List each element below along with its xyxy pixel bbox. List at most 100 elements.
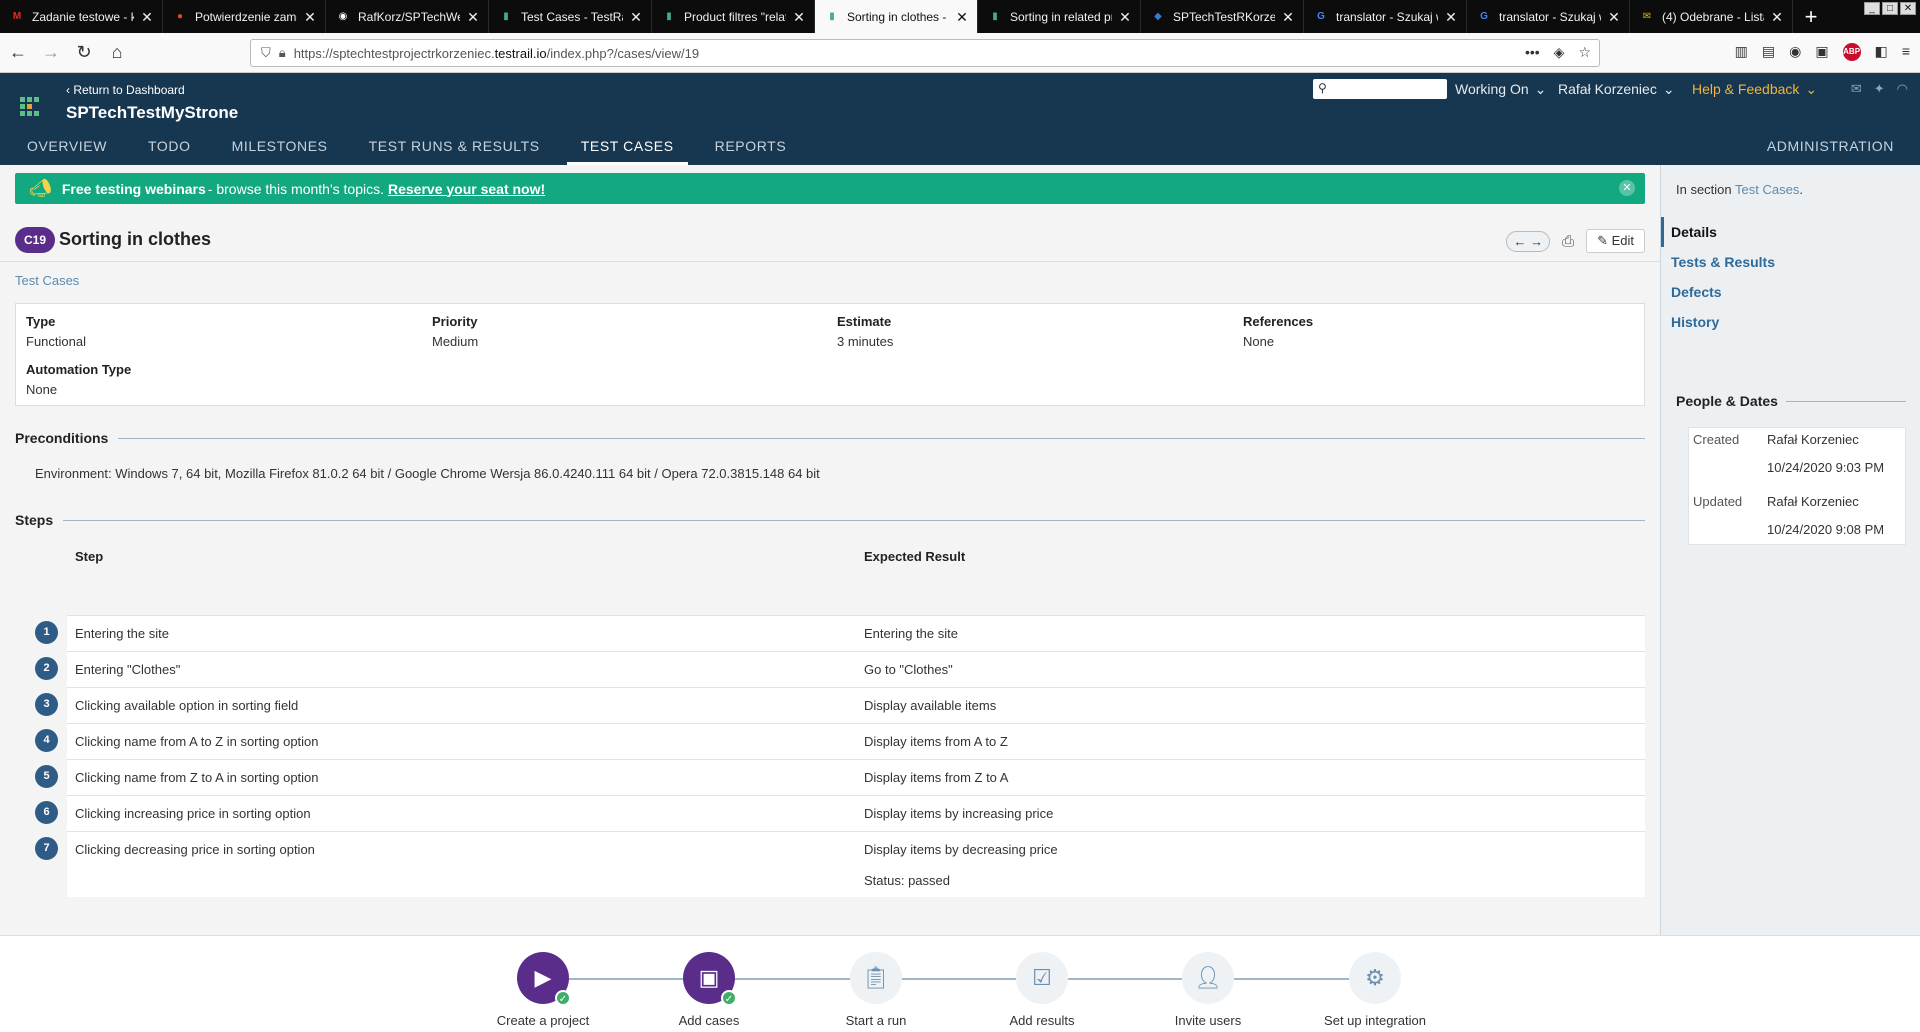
close-icon[interactable]: ✕: [303, 10, 317, 24]
field-automation-type: Automation Type None: [26, 362, 131, 397]
sidebar-icon[interactable]: ▤: [1762, 43, 1775, 61]
browser-tab[interactable]: Gtranslator - Szukaj w ✕: [1467, 0, 1630, 33]
search-input[interactable]: ⚲: [1313, 79, 1447, 99]
banner-link[interactable]: Reserve your seat now!: [388, 181, 545, 197]
working-on-dropdown[interactable]: Working On ⌄: [1455, 81, 1546, 98]
close-icon[interactable]: ✕: [955, 10, 969, 24]
window-controls: _ □ ✕: [1864, 2, 1916, 15]
in-section-link[interactable]: Test Cases: [1735, 182, 1799, 197]
adblock-icon[interactable]: ABP: [1842, 43, 1861, 61]
account-icon[interactable]: ◉: [1789, 43, 1801, 61]
bookmark-star-icon[interactable]: ☆: [1578, 44, 1591, 61]
close-icon[interactable]: ✕: [140, 10, 154, 24]
new-tab-icon[interactable]: +: [1793, 0, 1829, 33]
nav-test-cases[interactable]: TEST CASES: [566, 135, 688, 165]
close-icon[interactable]: ✕: [629, 10, 643, 24]
rss-icon[interactable]: ◠: [1897, 81, 1908, 97]
step-text: Clicking name from Z to A in sorting opt…: [75, 770, 319, 785]
browser-tab[interactable]: ▮ Test Cases - TestRail ✕: [489, 0, 652, 33]
minimize-icon[interactable]: _: [1864, 2, 1880, 15]
user-dropdown[interactable]: Rafał Korzeniec ⌄: [1558, 81, 1675, 98]
browser-tab[interactable]: ◉ RafKorz/SPTechWeb ✕: [326, 0, 489, 33]
browser-tab[interactable]: ▮ Sorting in clothes - Te ✕: [815, 0, 978, 33]
testrail-logo-icon[interactable]: [20, 97, 40, 117]
onboarding-step[interactable]: ▶ ✓ Create a project: [468, 952, 618, 1028]
home-icon[interactable]: ⌂: [102, 38, 132, 68]
cases-icon[interactable]: ▣ ✓: [683, 952, 737, 1006]
close-icon[interactable]: ✕: [1118, 10, 1132, 24]
help-feedback-dropdown[interactable]: Help & Feedback ⌄: [1692, 81, 1817, 98]
user-mail-icon[interactable]: 👤︎: [1182, 952, 1234, 1004]
close-icon[interactable]: ✕: [792, 10, 806, 24]
arrow-left-icon[interactable]: ←: [1513, 234, 1526, 249]
twitter-icon[interactable]: ✦: [1874, 81, 1885, 97]
close-icon[interactable]: ✕: [1770, 10, 1784, 24]
browser-tab-strip: M Zadanie testowe - ko ✕ ● Potwierdzenie zam…: [0, 0, 1920, 33]
project-name[interactable]: SPTechTestMyStrone: [66, 103, 238, 123]
browser-tab[interactable]: Gtranslator - Szukaj w ✕: [1304, 0, 1467, 33]
gear-icon[interactable]: ⚙: [1349, 952, 1401, 1004]
browser-tab[interactable]: ◆ SPTechTestRKorzen ✕: [1141, 0, 1304, 33]
return-to-dashboard-link[interactable]: ‹ Return to Dashboard: [66, 83, 185, 97]
nav-todo[interactable]: TODO: [134, 135, 205, 165]
field-value: Functional: [26, 334, 86, 349]
edit-button[interactable]: ✎ Edit: [1586, 229, 1645, 253]
reload-icon[interactable]: ↻: [69, 38, 99, 68]
browser-tab[interactable]: ✉ (4) Odebrane - Lista ✕: [1630, 0, 1793, 33]
extensions-icon[interactable]: ◧: [1875, 43, 1888, 61]
onboarding-step[interactable]: ⚙ Set up integration: [1300, 952, 1450, 1028]
browser-tab[interactable]: ▮ Product filtres "relate ✕: [652, 0, 815, 33]
menu-icon[interactable]: ≡: [1902, 43, 1910, 61]
print-icon[interactable]: ⎙: [1558, 233, 1578, 250]
close-icon[interactable]: ✕: [1281, 10, 1295, 24]
sidebar-item-defects[interactable]: Defects: [1661, 277, 1920, 307]
sidebar-item-history[interactable]: History: [1661, 307, 1920, 337]
browser-tab[interactable]: M Zadanie testowe - ko ✕: [0, 0, 163, 33]
prev-next-nav[interactable]: ← →: [1506, 230, 1551, 252]
clipboard-icon[interactable]: 📋︎: [850, 952, 902, 1004]
onboarding-step-label: Add results: [1009, 1013, 1075, 1028]
maximize-icon[interactable]: □: [1882, 2, 1898, 15]
browser-tab[interactable]: ▮ Sorting in related pro ✕: [978, 0, 1141, 33]
close-icon[interactable]: ✕: [1619, 180, 1635, 196]
close-icon[interactable]: ✕: [1444, 10, 1458, 24]
step-text: Clicking increasing price in sorting opt…: [75, 806, 311, 821]
onboarding-step[interactable]: 📋︎ Start a run: [801, 952, 951, 1028]
checklist-icon[interactable]: ☑: [1016, 952, 1068, 1004]
onboarding-step[interactable]: 👤︎ Invite users: [1133, 952, 1283, 1028]
forward-icon[interactable]: →: [36, 38, 66, 68]
arrow-right-icon[interactable]: →: [1530, 234, 1543, 249]
sidebar-item-tests-results[interactable]: Tests & Results: [1661, 247, 1920, 277]
nav-milestones[interactable]: MILESTONES: [218, 135, 342, 165]
more-icon[interactable]: •••: [1525, 44, 1540, 61]
nav-administration[interactable]: ADMINISTRATION: [1767, 135, 1894, 157]
nav-test-runs-results[interactable]: TEST RUNS & RESULTS: [355, 135, 554, 165]
onboarding-bar: ▶ ✓ Create a project ▣ ✓ Add cases 📋︎ Start a r…: [0, 935, 1920, 1032]
sidebar-links: Details Tests & Results Defects History: [1661, 217, 1920, 337]
pocket-icon[interactable]: ◈: [1554, 44, 1565, 61]
tab-favicon-icon: G: [1480, 11, 1488, 22]
close-icon[interactable]: ✕: [1607, 10, 1621, 24]
nav-reports[interactable]: REPORTS: [701, 135, 801, 165]
address-bar[interactable]: ⛉ 🔒︎ https://sptechtestprojectrkorzeniec…: [250, 39, 1600, 67]
back-icon[interactable]: ←: [3, 38, 33, 68]
breadcrumb-section-link[interactable]: Test Cases: [15, 273, 79, 288]
step-text: Clicking decreasing price in sorting opt…: [75, 842, 315, 857]
check-icon: ✓: [721, 990, 737, 1006]
field-value: 3 minutes: [837, 334, 894, 349]
onboarding-step[interactable]: ☑ Add results: [967, 952, 1117, 1028]
browser-tab[interactable]: ● Potwierdzenie zamów ✕: [163, 0, 326, 33]
onboarding-step[interactable]: ▣ ✓ Add cases: [634, 952, 784, 1028]
tab-label: Sorting in clothes - Te: [847, 9, 949, 24]
sidebar-item-details[interactable]: Details: [1661, 217, 1920, 247]
help-label: Help & Feedback: [1692, 81, 1800, 97]
close-icon[interactable]: ✕: [466, 10, 480, 24]
nav-overview[interactable]: OVERVIEW: [13, 135, 121, 165]
expected-text: Display items by decreasing price: [864, 842, 1058, 857]
project-icon[interactable]: ▶ ✓: [517, 952, 571, 1006]
screenshot-icon[interactable]: ▣: [1815, 43, 1828, 61]
url-prefix: https://sptechtestprojectrkorzeniec.: [293, 45, 495, 61]
library-icon[interactable]: ▥: [1735, 43, 1748, 61]
mail-icon[interactable]: ✉: [1851, 81, 1862, 97]
close-window-icon[interactable]: ✕: [1900, 2, 1916, 15]
